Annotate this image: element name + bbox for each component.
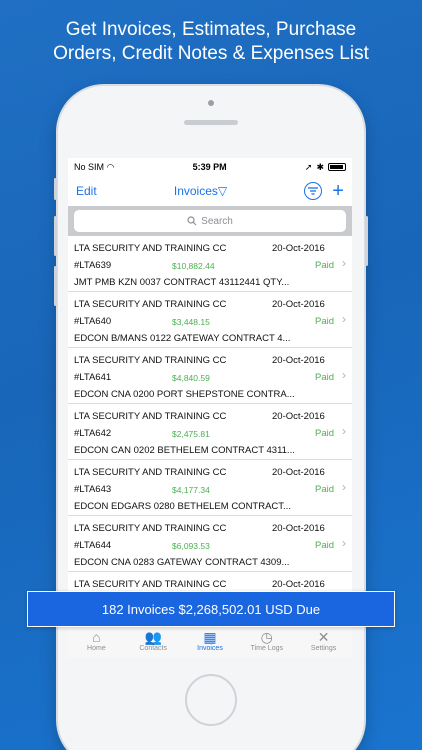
invoices-icon: ▦ [203, 629, 217, 645]
home-icon: ⌂ [92, 629, 101, 645]
headline-line-2: Orders, Credit Notes & Expenses List [53, 43, 369, 64]
invoice-number: #LTA642 [74, 428, 112, 439]
client-name: LTA SECURITY AND TRAINING CC [74, 579, 227, 590]
search-input[interactable]: Search [74, 210, 346, 232]
power-button [365, 216, 368, 266]
client-name: LTA SECURITY AND TRAINING CC [74, 467, 227, 478]
client-name: LTA SECURITY AND TRAINING CC [74, 299, 227, 310]
headline-line-1: Get Invoices, Estimates, Purchase [65, 19, 357, 40]
filter-button[interactable] [304, 182, 323, 200]
bluetooth-icon: ✱ [316, 161, 324, 172]
document-type-selector[interactable]: Invoices▽ [174, 184, 227, 198]
status-badge: Paid [314, 484, 334, 495]
invoice-number: #LTA639 [74, 260, 112, 271]
invoice-number: #LTA641 [74, 372, 112, 383]
chevron-right-icon: › [342, 368, 346, 382]
app-screen: No SIM ◠ 5:39 PM ➚ ✱ Edit Invoices▽ + Se… [68, 158, 352, 658]
invoice-description: JMT PMB KZN 0037 CONTRACT 43112441 QTY..… [74, 277, 290, 288]
earpiece-speaker [184, 120, 238, 125]
invoice-description: EDCON B/MANS 0122 GATEWAY CONTRACT 4... [74, 333, 291, 344]
invoice-date: 20-Oct-2016 [272, 299, 325, 310]
client-name: LTA SECURITY AND TRAINING CC [74, 523, 227, 534]
chevron-down-icon: ▽ [217, 184, 228, 198]
volume-down-button [54, 266, 57, 306]
list-item[interactable]: LTA SECURITY AND TRAINING CC 20-Oct-2016 … [68, 236, 352, 292]
search-icon [187, 216, 197, 226]
invoice-amount: $2,475.81 [172, 428, 210, 439]
status-badge: Paid [314, 428, 334, 439]
mute-switch [54, 178, 57, 200]
status-badge: Paid [314, 260, 334, 271]
client-name: LTA SECURITY AND TRAINING CC [74, 243, 227, 254]
clock-icon: ◷ [260, 629, 273, 645]
battery-icon [328, 163, 346, 171]
headline: Get Invoices, Estimates, Purchase Orders… [0, 18, 422, 66]
front-camera [208, 100, 214, 106]
invoice-amount: $4,840.59 [172, 372, 210, 383]
summary-banner: 182 Invoices $2,268,502.01 USD Due [27, 591, 395, 627]
status-bar: No SIM ◠ 5:39 PM ➚ ✱ [68, 158, 352, 176]
invoice-date: 20-Oct-2016 [272, 411, 325, 422]
tab-settings[interactable]: ✕ Settings [296, 629, 352, 652]
invoice-date: 20-Oct-2016 [272, 467, 325, 478]
carrier-label: No SIM ◠ [74, 161, 115, 172]
invoice-number: #LTA643 [74, 484, 112, 495]
list-item[interactable]: LTA SECURITY AND TRAINING CC 20-Oct-2016 … [68, 292, 352, 348]
invoice-amount: $6,093.53 [172, 540, 210, 551]
tab-invoices[interactable]: ▦ Invoices [182, 629, 238, 652]
tab-label: Invoices [197, 645, 223, 652]
invoice-date: 20-Oct-2016 [272, 523, 325, 534]
home-button[interactable] [185, 674, 237, 726]
nav-title-label: Invoices [173, 184, 218, 198]
invoice-description: EDCON CNA 0200 PORT SHEPSTONE CONTRA... [74, 389, 295, 400]
invoice-amount: $3,448.15 [172, 316, 210, 327]
wifi-icon: ◠ [106, 161, 115, 172]
invoice-amount: $10,882.44 [172, 260, 215, 271]
chevron-right-icon: › [342, 312, 346, 326]
filter-icon [308, 187, 319, 195]
tab-label: Settings [310, 645, 337, 652]
search-bar: Search [68, 206, 352, 236]
status-badge: Paid [314, 540, 334, 551]
edit-button[interactable]: Edit [76, 184, 97, 198]
chevron-right-icon: › [342, 256, 346, 270]
tab-label: Contacts [139, 645, 167, 652]
invoice-date: 20-Oct-2016 [272, 243, 325, 254]
invoice-description: EDCON CNA 0283 GATEWAY CONTRACT 4309... [74, 557, 290, 568]
invoice-date: 20-Oct-2016 [272, 355, 325, 366]
invoice-number: #LTA644 [74, 540, 112, 551]
invoice-description: EDCON EDGARS 0280 BETHELEM CONTRACT... [74, 501, 291, 512]
invoice-amount: $4,177.34 [172, 484, 210, 495]
settings-icon: ✕ [317, 629, 330, 645]
tab-contacts[interactable]: 👥 Contacts [125, 629, 181, 652]
tab-time-logs[interactable]: ◷ Time Logs [239, 629, 295, 652]
list-item[interactable]: LTA SECURITY AND TRAINING CC 20-Oct-2016 … [68, 404, 352, 460]
list-item[interactable]: LTA SECURITY AND TRAINING CC 20-Oct-2016 … [68, 460, 352, 516]
phone-frame: No SIM ◠ 5:39 PM ➚ ✱ Edit Invoices▽ + Se… [54, 86, 368, 750]
chevron-right-icon: › [342, 424, 346, 438]
list-item[interactable]: LTA SECURITY AND TRAINING CC 20-Oct-2016 … [68, 516, 352, 572]
client-name: LTA SECURITY AND TRAINING CC [74, 355, 227, 366]
location-icon: ➚ [304, 161, 313, 172]
client-name: LTA SECURITY AND TRAINING CC [74, 411, 227, 422]
add-button[interactable]: + [332, 181, 344, 201]
chevron-right-icon: › [342, 480, 346, 494]
search-placeholder: Search [201, 215, 233, 227]
invoice-date: 20-Oct-2016 [272, 579, 325, 590]
contacts-icon: 👥 [144, 629, 162, 645]
volume-up-button [54, 216, 57, 256]
navigation-bar: Edit Invoices▽ + [68, 176, 352, 206]
invoice-list[interactable]: LTA SECURITY AND TRAINING CC 20-Oct-2016 … [68, 236, 352, 628]
tab-home[interactable]: ⌂ Home [68, 629, 124, 652]
status-badge: Paid [314, 316, 334, 327]
tab-label: Time Logs [250, 645, 283, 652]
tab-label: Home [87, 645, 106, 652]
invoice-number: #LTA640 [74, 316, 112, 327]
status-badge: Paid [314, 372, 334, 383]
invoice-description: EDCON CAN 0202 BETHELEM CONTRACT 4311... [74, 445, 295, 456]
tab-bar: ⌂ Home 👥 Contacts ▦ Invoices ◷ Time Logs… [68, 622, 352, 658]
list-item[interactable]: LTA SECURITY AND TRAINING CC 20-Oct-2016 … [68, 348, 352, 404]
chevron-right-icon: › [342, 536, 346, 550]
clock: 5:39 PM [192, 162, 227, 172]
